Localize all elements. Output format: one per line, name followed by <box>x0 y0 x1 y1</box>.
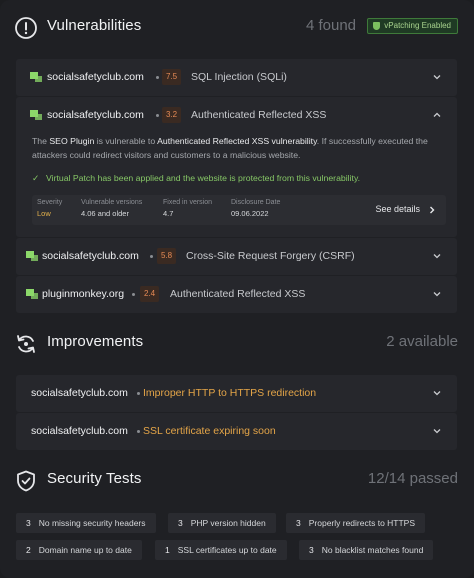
disclosure-date-value: 09.06.2022 <box>231 209 269 218</box>
security-test-tag: 1 SSL certificates up to date <box>155 540 287 560</box>
cvss-score-badge: 7.5 <box>162 69 182 85</box>
improvement-row[interactable]: socialsafetyclub.com SSL certificate exp… <box>16 413 457 450</box>
severity-value: Low <box>37 209 51 218</box>
site-logo-icon <box>26 251 38 261</box>
chevron-down-icon[interactable] <box>433 252 441 260</box>
cvss-score-badge: 5.8 <box>157 248 177 264</box>
separator-dot <box>137 430 140 433</box>
shield-check-icon <box>17 470 35 492</box>
alert-circle-icon <box>15 17 37 39</box>
security-test-tag: 3 PHP version hidden <box>168 513 276 533</box>
chevron-right-icon[interactable] <box>428 206 436 214</box>
vulnerability-item[interactable]: socialsafetyclub.com 5.8 Cross-Site Requ… <box>16 238 457 275</box>
vpatching-badge: vPatching Enabled <box>367 18 458 34</box>
vulnerability-details: Severity Low Vulnerable versions 4.06 an… <box>32 195 446 225</box>
vulnerabilities-header: Vulnerabilities 4 found vPatching Enable… <box>0 8 474 48</box>
cvss-score-badge: 2.4 <box>140 286 160 302</box>
security-tests-header: Security Tests 12/14 passed <box>0 461 474 501</box>
vulnerability-title: Authenticated Reflected XSS <box>170 288 306 300</box>
security-panel: Vulnerabilities 4 found vPatching Enable… <box>0 0 474 578</box>
security-test-tag: 3 No blacklist matches found <box>299 540 434 560</box>
see-details-link[interactable]: See details <box>375 204 420 214</box>
vulnerability-title: Authenticated Reflected XSS <box>191 109 327 121</box>
shield-icon <box>373 22 381 30</box>
improvement-title: SSL certificate expiring soon <box>143 425 276 437</box>
site-name: socialsafetyclub.com <box>31 425 128 437</box>
disclosure-date-field: Disclosure Date 09.06.2022 <box>231 199 281 218</box>
site-logo-icon <box>30 110 42 120</box>
site-logo-icon <box>26 289 38 299</box>
vulnerability-item[interactable]: pluginmonkey.org 2.4 Authenticated Refle… <box>16 276 457 313</box>
chevron-down-icon[interactable] <box>433 427 441 435</box>
improvements-count: 2 available <box>386 333 458 350</box>
fixed-version-field: Fixed in version 4.7 <box>163 199 213 218</box>
security-test-tag: 3 No missing security headers <box>16 513 156 533</box>
security-tests-count: 12/14 passed <box>367 470 458 487</box>
vulnerable-versions-value: 4.06 and older <box>81 209 129 218</box>
chevron-down-icon[interactable] <box>433 389 441 397</box>
virtual-patch-text: Virtual Patch has been applied and the w… <box>46 173 361 183</box>
vulnerability-item[interactable]: socialsafetyclub.com 7.5 SQL Injection (… <box>16 59 457 96</box>
severity-field: Severity Low <box>37 199 63 218</box>
chevron-down-icon[interactable] <box>433 73 441 81</box>
vulnerability-name: Authenticated Reflected XSS vulnerabilit… <box>157 136 317 146</box>
chevron-up-icon[interactable] <box>433 111 441 119</box>
improvements-title: Improvements <box>47 333 144 350</box>
security-test-tag: 3 Properly redirects to HTTPS <box>286 513 426 533</box>
separator-dot <box>150 255 153 258</box>
refresh-icon <box>17 335 35 353</box>
site-name: pluginmonkey.org <box>42 288 125 300</box>
improvement-item[interactable]: socialsafetyclub.com SSL certificate exp… <box>16 413 457 450</box>
separator-dot <box>156 114 159 117</box>
improvements-header: Improvements 2 available <box>0 324 474 364</box>
vulnerable-versions-field: Vulnerable versions 4.06 and older <box>81 199 143 218</box>
vulnerability-row[interactable]: socialsafetyclub.com 7.5 SQL Injection (… <box>16 59 457 96</box>
separator-dot <box>132 293 135 296</box>
plugin-name: SEO Plugin <box>49 136 95 146</box>
vulnerability-row[interactable]: pluginmonkey.org 2.4 Authenticated Refle… <box>16 276 457 313</box>
chevron-down-icon[interactable] <box>433 290 441 298</box>
security-test-tag: 2 Domain name up to date <box>16 540 142 560</box>
vulnerability-title: SQL Injection (SQLi) <box>191 71 287 83</box>
site-name: socialsafetyclub.com <box>31 387 128 399</box>
fixed-version-value: 4.7 <box>163 209 174 218</box>
security-tests-title: Security Tests <box>47 470 142 487</box>
check-icon: ✓ <box>32 173 40 183</box>
separator-dot <box>156 76 159 79</box>
vulnerabilities-count: 4 found <box>305 17 356 34</box>
improvement-title: Improper HTTP to HTTPS redirection <box>143 387 317 399</box>
vulnerability-description: The SEO Plugin is vulnerable to Authenti… <box>32 136 428 160</box>
site-name: socialsafetyclub.com <box>47 109 144 121</box>
improvement-row[interactable]: socialsafetyclub.com Improper HTTP to HT… <box>16 375 457 412</box>
vulnerability-item-expanded[interactable]: socialsafetyclub.com 3.2 Authenticated R… <box>16 97 457 237</box>
cvss-score-badge: 3.2 <box>162 107 182 123</box>
vulnerability-row[interactable]: socialsafetyclub.com 3.2 Authenticated R… <box>16 97 457 134</box>
site-name: socialsafetyclub.com <box>42 250 139 262</box>
improvement-item[interactable]: socialsafetyclub.com Improper HTTP to HT… <box>16 375 457 412</box>
vulnerabilities-title: Vulnerabilities <box>47 17 142 34</box>
virtual-patch-status: ✓ Virtual Patch has been applied and the … <box>32 173 360 184</box>
site-name: socialsafetyclub.com <box>47 71 144 83</box>
vulnerability-title: Cross-Site Request Forgery (CSRF) <box>186 250 355 262</box>
vulnerability-row[interactable]: socialsafetyclub.com 5.8 Cross-Site Requ… <box>16 238 457 275</box>
separator-dot <box>137 392 140 395</box>
vpatching-badge-label: vPatching Enabled <box>384 21 451 30</box>
site-logo-icon <box>30 72 42 82</box>
